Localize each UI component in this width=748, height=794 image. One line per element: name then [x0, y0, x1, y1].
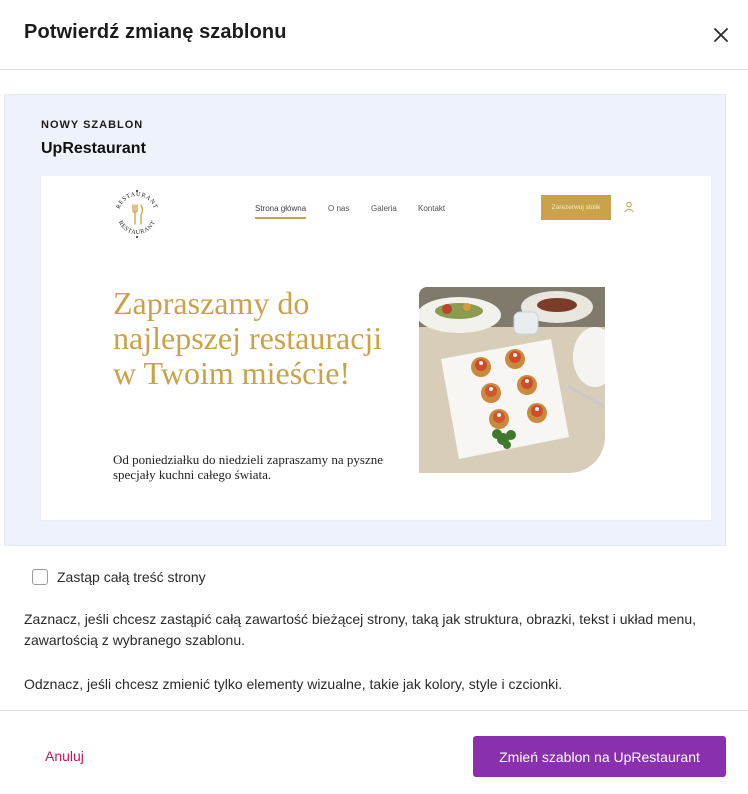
user-icon: [624, 201, 634, 213]
help-text-checked: Zaznacz, jeśli chcesz zastąpić całą zawa…: [24, 611, 697, 648]
nav-contact: Kontakt: [418, 204, 446, 213]
nav-home: Strona główna: [255, 204, 307, 219]
close-button[interactable]: [708, 22, 734, 48]
svg-text:RESTAURANT: RESTAURANT: [117, 219, 158, 236]
change-template-button[interactable]: Zmień szablon na UpRestaurant: [473, 736, 726, 777]
template-thumbnail: RESTAURANT RESTAURANT Strona główna O na…: [41, 176, 711, 520]
nav-gallery: Galeria: [371, 204, 397, 213]
food-photo: [419, 287, 605, 473]
close-icon: [714, 28, 728, 42]
replace-content-option[interactable]: Zastąp całą treść strony: [32, 568, 206, 586]
hero-title: Zapraszamy do najlepszej restauracji w T…: [113, 285, 383, 391]
book-table-button: Zarezerwuj stolik: [541, 195, 611, 220]
restaurant-logo-icon: RESTAURANT RESTAURANT: [115, 190, 158, 238]
hero-subtitle: Od poniedziałku do niedzieli zapraszamy …: [113, 452, 384, 482]
template-preview-panel: NOWY SZABLON UpRestaurant RESTAURANT RES…: [4, 94, 726, 546]
dialog-title: Potwierdź zmianę szablonu: [24, 21, 287, 43]
replace-content-label[interactable]: Zastąp całą treść strony: [57, 569, 206, 585]
new-template-label: NOWY SZABLON: [41, 119, 144, 131]
replace-content-checkbox[interactable]: [32, 569, 48, 585]
help-text-unchecked: Odznacz, jeśli chcesz zmienić tylko elem…: [24, 676, 563, 692]
nav-about: O nas: [328, 204, 350, 213]
dialog-header: Potwierdź zmianę szablonu: [0, 0, 748, 70]
logo-text-bottom: RESTAURANT: [117, 219, 157, 236]
template-name: UpRestaurant: [41, 140, 146, 157]
dialog-footer: Anuluj Zmień szablon na UpRestaurant: [0, 710, 748, 794]
cancel-button[interactable]: Anuluj: [45, 748, 84, 764]
